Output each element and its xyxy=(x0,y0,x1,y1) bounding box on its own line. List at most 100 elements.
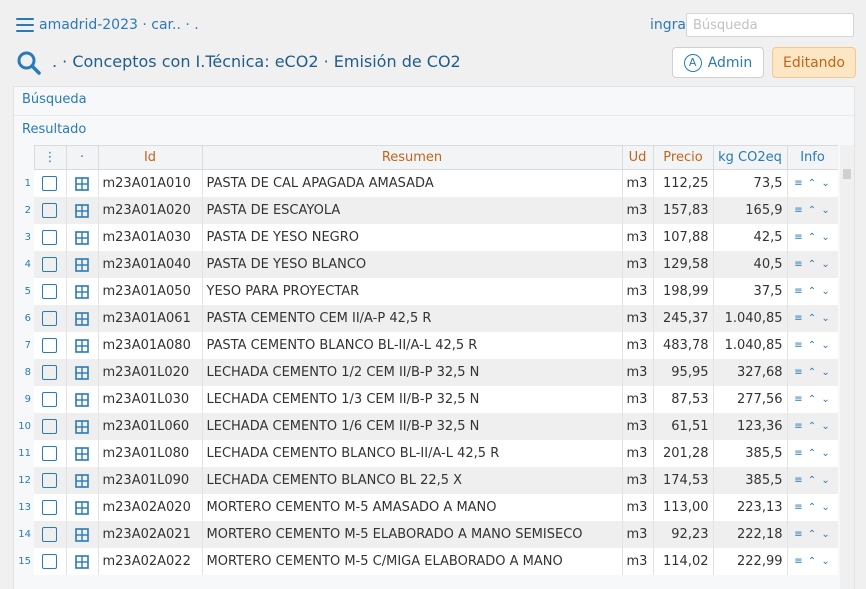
row-grid-icon[interactable] xyxy=(66,278,99,305)
ingra-label[interactable]: ingra xyxy=(650,17,686,33)
table-row[interactable]: 8 m23A01L020 LECHADA CEMENTO 1/2 CEM II/… xyxy=(14,359,838,386)
table-row[interactable]: 12 m23A01L090 LECHADA CEMENTO BLANCO BL … xyxy=(14,467,838,494)
table-row[interactable]: 6 m23A01A061 PASTA CEMENTO CEM II/A-P 42… xyxy=(14,305,838,332)
co2-column-header[interactable]: kg CO2eq xyxy=(712,145,788,170)
row-resumen[interactable]: PASTA DE YESO BLANCO xyxy=(202,251,623,278)
row-grid-icon[interactable] xyxy=(66,251,99,278)
table-row[interactable]: 9 m23A01L030 LECHADA CEMENTO 1/3 CEM II/… xyxy=(14,386,838,413)
row-grid-icon[interactable] xyxy=(66,332,99,359)
row-resumen[interactable]: LECHADA CEMENTO 1/3 CEM II/B-P 32,5 N xyxy=(202,386,623,413)
table-row[interactable]: 14 m23A02A021 MORTERO CEMENTO M-5 ELABOR… xyxy=(14,521,838,548)
row-id[interactable]: m23A01A050 xyxy=(98,278,203,305)
row-checkbox[interactable] xyxy=(34,332,67,359)
row-grid-icon[interactable] xyxy=(66,440,99,467)
row-resumen[interactable]: PASTA DE ESCAYOLA xyxy=(202,197,623,224)
row-resumen[interactable]: MORTERO CEMENTO M-5 AMASADO A MANO xyxy=(202,494,623,521)
row-resumen[interactable]: PASTA CEMENTO CEM II/A-P 42,5 R xyxy=(202,305,623,332)
row-id[interactable]: m23A01A020 xyxy=(98,197,203,224)
row-id[interactable]: m23A01A061 xyxy=(98,305,203,332)
row-id[interactable]: m23A01L030 xyxy=(98,386,203,413)
row-resumen[interactable]: LECHADA CEMENTO 1/2 CEM II/B-P 32,5 N xyxy=(202,359,623,386)
app-breadcrumb-title[interactable]: amadrid-2023 · car.. · . xyxy=(39,17,199,33)
row-id[interactable]: m23A01A040 xyxy=(98,251,203,278)
row-grid-icon[interactable] xyxy=(66,467,99,494)
table-row[interactable]: 10 m23A01L060 LECHADA CEMENTO 1/6 CEM II… xyxy=(14,413,838,440)
row-grid-icon[interactable] xyxy=(66,197,99,224)
row-id[interactable]: m23A01L080 xyxy=(98,440,203,467)
row-info-icons[interactable]: ≡ ⌃ ⌄ xyxy=(787,494,838,521)
row-grid-icon[interactable] xyxy=(66,386,99,413)
row-checkbox[interactable] xyxy=(34,521,67,548)
editing-button[interactable]: Editando xyxy=(772,47,856,78)
row-id[interactable]: m23A01A030 xyxy=(98,224,203,251)
id-column-header[interactable]: Id xyxy=(97,145,203,170)
hamburger-menu-icon[interactable] xyxy=(16,18,34,32)
column-menu-icon[interactable]: ⋮ xyxy=(33,145,67,170)
row-info-icons[interactable]: ≡ ⌃ ⌄ xyxy=(787,413,838,440)
row-checkbox[interactable] xyxy=(34,197,67,224)
row-grid-icon[interactable] xyxy=(66,494,99,521)
table-row[interactable]: 11 m23A01L080 LECHADA CEMENTO BLANCO BL-… xyxy=(14,440,838,467)
row-info-icons[interactable]: ≡ ⌃ ⌄ xyxy=(787,251,838,278)
row-checkbox[interactable] xyxy=(34,224,67,251)
row-checkbox[interactable] xyxy=(34,413,67,440)
resumen-column-header[interactable]: Resumen xyxy=(201,145,623,170)
resultado-section-label[interactable]: Resultado xyxy=(22,122,86,137)
row-id[interactable]: m23A01L060 xyxy=(98,413,203,440)
row-id[interactable]: m23A01A080 xyxy=(98,332,203,359)
row-grid-icon[interactable] xyxy=(66,359,99,386)
row-resumen[interactable]: YESO PARA PROYECTAR xyxy=(202,278,623,305)
busqueda-section-toggle[interactable]: Búsqueda xyxy=(22,92,87,107)
row-info-icons[interactable]: ≡ ⌃ ⌄ xyxy=(787,548,838,575)
search-icon[interactable] xyxy=(16,50,42,76)
row-checkbox[interactable] xyxy=(34,386,67,413)
row-resumen[interactable]: MORTERO CEMENTO M-5 C/MIGA ELABORADO A M… xyxy=(202,548,623,575)
row-info-icons[interactable]: ≡ ⌃ ⌄ xyxy=(787,467,838,494)
row-checkbox[interactable] xyxy=(34,467,67,494)
row-id[interactable]: m23A01L020 xyxy=(98,359,203,386)
row-checkbox[interactable] xyxy=(34,548,67,575)
row-resumen[interactable]: PASTA CEMENTO BLANCO BL-II/A-L 42,5 R xyxy=(202,332,623,359)
table-row[interactable]: 1 m23A01A010 PASTA DE CAL APAGADA AMASAD… xyxy=(14,169,838,197)
row-grid-icon[interactable] xyxy=(66,305,99,332)
ud-column-header[interactable]: Ud xyxy=(621,145,654,170)
row-info-icons[interactable]: ≡ ⌃ ⌄ xyxy=(787,224,838,251)
row-resumen[interactable]: LECHADA CEMENTO BLANCO BL 22,5 X xyxy=(202,467,623,494)
row-checkbox[interactable] xyxy=(34,278,67,305)
row-info-icons[interactable]: ≡ ⌃ ⌄ xyxy=(787,521,838,548)
precio-column-header[interactable]: Precio xyxy=(652,145,714,170)
dot-column-header[interactable]: · xyxy=(65,145,99,170)
row-id[interactable]: m23A02A020 xyxy=(98,494,203,521)
search-input[interactable] xyxy=(686,13,854,37)
row-checkbox[interactable] xyxy=(34,440,67,467)
row-grid-icon[interactable] xyxy=(66,548,99,575)
row-resumen[interactable]: LECHADA CEMENTO 1/6 CEM II/B-P 32,5 N xyxy=(202,413,623,440)
row-resumen[interactable]: PASTA DE CAL APAGADA AMASADA xyxy=(202,169,623,197)
row-id[interactable]: m23A02A021 xyxy=(98,521,203,548)
row-id[interactable]: m23A01A010 xyxy=(98,169,203,197)
row-grid-icon[interactable] xyxy=(66,521,99,548)
row-id[interactable]: m23A01L090 xyxy=(98,467,203,494)
row-info-icons[interactable]: ≡ ⌃ ⌄ xyxy=(787,169,838,197)
table-row[interactable]: 2 m23A01A020 PASTA DE ESCAYOLA m3 157,83… xyxy=(14,197,838,224)
row-info-icons[interactable]: ≡ ⌃ ⌄ xyxy=(787,278,838,305)
table-row[interactable]: 3 m23A01A030 PASTA DE YESO NEGRO m3 107,… xyxy=(14,224,838,251)
row-info-icons[interactable]: ≡ ⌃ ⌄ xyxy=(787,440,838,467)
row-id[interactable]: m23A02A022 xyxy=(98,548,203,575)
row-resumen[interactable]: MORTERO CEMENTO M-5 ELABORADO A MANO SEM… xyxy=(202,521,623,548)
table-scrollbar[interactable] xyxy=(840,145,854,589)
row-info-icons[interactable]: ≡ ⌃ ⌄ xyxy=(787,332,838,359)
row-info-icons[interactable]: ≡ ⌃ ⌄ xyxy=(787,386,838,413)
row-grid-icon[interactable] xyxy=(66,169,99,197)
row-grid-icon[interactable] xyxy=(66,413,99,440)
table-row[interactable]: 5 m23A01A050 YESO PARA PROYECTAR m3 198,… xyxy=(14,278,838,305)
row-checkbox[interactable] xyxy=(34,494,67,521)
row-checkbox[interactable] xyxy=(34,169,67,197)
row-info-icons[interactable]: ≡ ⌃ ⌄ xyxy=(787,197,838,224)
row-checkbox[interactable] xyxy=(34,305,67,332)
row-checkbox[interactable] xyxy=(34,251,67,278)
row-info-icons[interactable]: ≡ ⌃ ⌄ xyxy=(787,305,838,332)
row-resumen[interactable]: PASTA DE YESO NEGRO xyxy=(202,224,623,251)
info-column-header[interactable]: Info xyxy=(786,145,838,170)
row-resumen[interactable]: LECHADA CEMENTO BLANCO BL-II/A-L 42,5 R xyxy=(202,440,623,467)
